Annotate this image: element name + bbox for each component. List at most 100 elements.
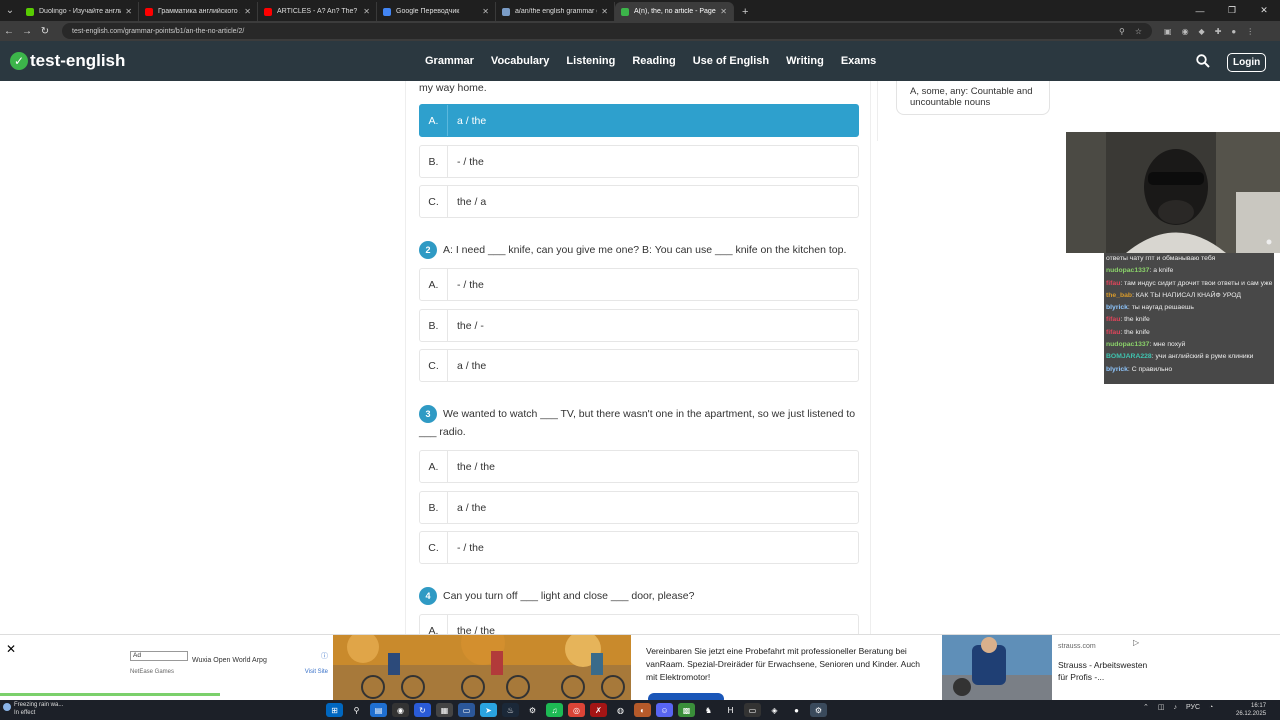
new-tab-button[interactable]: +	[734, 2, 756, 21]
extension-icon[interactable]: ◉	[1182, 27, 1189, 36]
chat-username[interactable]: BOMJARA228	[1106, 353, 1152, 360]
app-icon[interactable]: ♞	[700, 703, 717, 717]
menu-dots-icon[interactable]: ⋮	[1246, 27, 1254, 36]
nav-reading[interactable]: Reading	[632, 55, 675, 67]
related-link[interactable]: A, some, any: Countable and uncountable …	[896, 81, 1050, 115]
bookmark-star-icon[interactable]: ☆	[1135, 27, 1142, 36]
answer-option[interactable]: C. - / the	[419, 531, 859, 564]
app-icon[interactable]: H	[722, 703, 739, 717]
extension-icon[interactable]: ◆	[1199, 27, 1205, 36]
browser-tab[interactable]: A(n), the, no article - Page 2 of ✕	[615, 2, 734, 21]
nav-grammar[interactable]: Grammar	[425, 55, 474, 67]
discord-icon[interactable]: ☺	[656, 703, 673, 717]
login-button[interactable]: Login	[1227, 53, 1267, 72]
answer-option[interactable]: C. a / the	[419, 349, 859, 382]
extension-icon[interactable]: ▣	[1164, 27, 1172, 36]
tray-chevron-icon[interactable]: ⌃	[1143, 703, 1149, 711]
extensions-puzzle-icon[interactable]: ✚	[1215, 27, 1222, 36]
tab-close-icon[interactable]: ✕	[125, 7, 132, 16]
vanraam-ad-text[interactable]: Vereinbaren Sie jetzt eine Probefahrt mi…	[646, 645, 928, 684]
network-icon[interactable]: ◔	[1209, 704, 1213, 711]
tab-close-icon[interactable]: ✕	[720, 7, 727, 16]
tab-search-icon[interactable]: ⌄	[0, 0, 20, 21]
answer-option[interactable]: A. the / the	[419, 450, 859, 483]
terminal-icon[interactable]: ▭	[744, 703, 761, 717]
microphone-icon[interactable]: ♪	[1174, 704, 1178, 711]
chat-username[interactable]: fifau	[1106, 280, 1120, 287]
tab-close-icon[interactable]: ✕	[244, 7, 251, 16]
reload-icon[interactable]: ↻	[36, 26, 54, 37]
app-icon[interactable]: ◈	[766, 703, 783, 717]
chat-username[interactable]: blyrick	[1106, 366, 1128, 373]
profile-avatar[interactable]: ●	[1231, 27, 1236, 36]
tricycle-ad-image[interactable]	[333, 635, 631, 701]
language-indicator[interactable]: РУС	[1186, 704, 1200, 711]
browser-tab[interactable]: a/an/the english grammar gam ✕	[496, 2, 615, 21]
game-ad[interactable]: Ad Wuxia Open World Arpg NetEase Games V…	[130, 651, 328, 691]
visit-site-link[interactable]: Visit Site	[305, 669, 328, 675]
nav-listening[interactable]: Listening	[566, 55, 615, 67]
minimize-icon[interactable]: —	[1184, 0, 1216, 21]
telegram-icon[interactable]: ➤	[480, 703, 497, 717]
answer-option[interactable]: A. a / the	[419, 104, 859, 137]
app-icon[interactable]: ▭	[458, 703, 475, 717]
settings-icon[interactable]: ⚙	[810, 703, 827, 717]
minecraft-icon[interactable]: ▩	[678, 703, 695, 717]
app-icon[interactable]: ◍	[612, 703, 629, 717]
nav-exams[interactable]: Exams	[841, 55, 876, 67]
site-logo[interactable]: ✓ test-english	[10, 51, 125, 71]
answer-option[interactable]: A. - / the	[419, 268, 859, 301]
strauss-ad-text[interactable]: Strauss - Arbeitswesten für Profis -...	[1058, 659, 1148, 683]
search-taskbar-icon[interactable]: ⚲	[348, 703, 365, 717]
app-icon[interactable]: ⚙	[524, 703, 541, 717]
start-windows-icon[interactable]: ⊞	[326, 703, 343, 717]
tab-close-icon[interactable]: ✕	[601, 7, 608, 16]
app-icon[interactable]: ▦	[436, 703, 453, 717]
chat-username[interactable]: blyrick	[1106, 304, 1128, 311]
chat-username[interactable]: fifau	[1106, 329, 1120, 336]
ad-info-icon[interactable]: ⓘ	[321, 651, 328, 661]
steam-icon[interactable]: ♨	[502, 703, 519, 717]
app-icon[interactable]: ◉	[392, 703, 409, 717]
tab-close-icon[interactable]: ✕	[482, 7, 489, 16]
browser-tab[interactable]: Duolingo - Изучайте английский✕	[20, 2, 139, 21]
strauss-ad-image[interactable]	[942, 635, 1052, 701]
nav-vocabulary[interactable]: Vocabulary	[491, 55, 550, 67]
ad-choices-icon[interactable]: ▷	[1133, 638, 1139, 647]
answer-option[interactable]: B. the / -	[419, 309, 859, 342]
chat-username[interactable]: nudopac1337	[1106, 341, 1149, 348]
weather-widget[interactable]: Freezing rain wa... In effect	[3, 701, 63, 717]
chat-username[interactable]: the_bab	[1106, 292, 1132, 299]
game-ad-title[interactable]: Wuxia Open World Arpg	[192, 657, 267, 664]
search-icon[interactable]	[1196, 54, 1210, 71]
browser-tab[interactable]: Грамматика английского язы ✕	[139, 2, 258, 21]
clock[interactable]: 16:17 26.12.2025	[1236, 702, 1266, 718]
forward-icon[interactable]: →	[18, 26, 36, 37]
zoom-icon[interactable]: ⚲	[1119, 27, 1125, 36]
nav-use-of-english[interactable]: Use of English	[693, 55, 769, 67]
address-bar[interactable]: test-english.com/grammar-points/b1/an-th…	[62, 23, 1152, 39]
back-icon[interactable]: ←	[0, 26, 18, 37]
tray-app-icon[interactable]: ◫	[1158, 703, 1165, 711]
nav-writing[interactable]: Writing	[786, 55, 824, 67]
app-icon[interactable]: ↻	[414, 703, 431, 717]
tab-close-icon[interactable]: ✕	[363, 7, 370, 16]
app-icon[interactable]: ●	[788, 703, 805, 717]
app-icon[interactable]: ✗	[590, 703, 607, 717]
close-ad-icon[interactable]: ✕	[6, 642, 16, 656]
answer-option[interactable]: C. the / a	[419, 185, 859, 218]
chrome-icon[interactable]: ◎	[568, 703, 585, 717]
close-window-icon[interactable]: ✕	[1248, 0, 1280, 21]
maximize-icon[interactable]: ❐	[1216, 0, 1248, 21]
strauss-ad[interactable]: strauss.com Strauss - Arbeitswesten für …	[1058, 641, 1148, 683]
browser-tab[interactable]: Google Переводчик ✕	[377, 2, 496, 21]
answer-option[interactable]: B. - / the	[419, 145, 859, 178]
spotify-icon[interactable]: ♫	[546, 703, 563, 717]
answer-option[interactable]: A. the / the	[419, 614, 859, 634]
app-icon[interactable]: ◐	[634, 703, 651, 717]
chat-username[interactable]: fifau	[1106, 316, 1120, 323]
answer-option[interactable]: B. a / the	[419, 491, 859, 524]
browser-tab[interactable]: ARTICLES - A? An? The? | How ✕	[258, 2, 377, 21]
file-explorer-icon[interactable]: ▤	[370, 703, 387, 717]
chat-username[interactable]: nudopac1337	[1106, 267, 1149, 274]
